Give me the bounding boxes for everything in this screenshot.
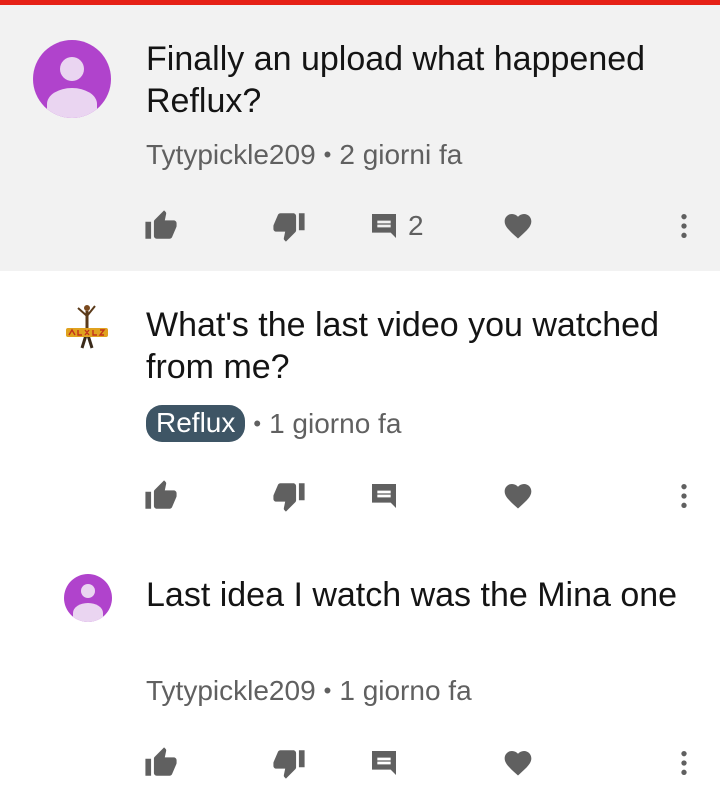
more-options-button[interactable] (668, 476, 700, 516)
like-icon (145, 480, 177, 509)
dislike-button[interactable] (272, 476, 306, 516)
dislike-icon (273, 213, 305, 242)
more-options-button[interactable] (668, 206, 700, 246)
meta-separator: • (323, 142, 332, 167)
reply-button[interactable] (368, 743, 400, 783)
heart-icon (504, 484, 532, 509)
meta-separator: • (323, 678, 332, 703)
comment-timestamp: 2 giorni fa (339, 139, 463, 170)
heart-button[interactable] (502, 206, 534, 246)
like-button[interactable] (144, 743, 178, 783)
comment-meta: Tytypickle209 • 1 giorno fa (146, 675, 472, 707)
default-user-avatar-icon[interactable] (64, 574, 112, 622)
like-button[interactable] (144, 476, 178, 516)
more-options-icon (681, 214, 687, 238)
comment-author[interactable]: Tytypickle209 (146, 675, 316, 707)
comment-meta: Reflux • 1 giorno fa (146, 405, 401, 442)
comment-text: Last idea I watch was the Mina one (146, 576, 678, 614)
comment-meta: Tytypickle209 • 2 giorni fa (146, 139, 462, 171)
reply-icon (372, 751, 396, 775)
reply-icon (372, 214, 396, 238)
like-icon (145, 210, 177, 239)
dislike-icon (273, 483, 305, 512)
reply-count: 2 (408, 210, 424, 241)
reflux-channel-logo-icon[interactable] (62, 302, 112, 352)
like-icon (145, 747, 177, 776)
comment-author[interactable]: Tytypickle209 (146, 139, 316, 171)
comment-timestamp: 1 giorno fa (339, 675, 472, 706)
heart-button[interactable] (502, 476, 534, 516)
like-button[interactable] (144, 206, 178, 246)
reply-icon (372, 484, 396, 508)
comment-text: Finally an upload what happened Reflux? (146, 40, 646, 120)
default-user-avatar-icon[interactable] (33, 40, 111, 118)
comment-text: What's the last video you watched from m… (146, 306, 659, 386)
comment-thread-item: Finally an upload what happened Reflux? … (0, 5, 720, 271)
more-options-button[interactable] (668, 743, 700, 783)
dislike-button[interactable] (272, 206, 306, 246)
comment-thread-item: What's the last video you watched from m… (0, 271, 720, 541)
comment-action-bar: 2 (0, 206, 720, 246)
more-options-icon (681, 751, 687, 775)
comment-thread-item: Last idea I watch was the Mina one Tytyp… (0, 541, 720, 804)
dislike-button[interactable] (272, 743, 306, 783)
meta-separator: • (253, 410, 262, 436)
more-options-icon (681, 484, 687, 508)
heart-icon (504, 751, 532, 776)
channel-owner-author-badge[interactable]: Reflux (146, 405, 246, 442)
comment-action-bar (0, 743, 720, 783)
reply-button[interactable]: 2 (368, 206, 424, 246)
heart-icon (504, 214, 532, 239)
heart-button[interactable] (502, 743, 534, 783)
dislike-icon (273, 750, 305, 779)
reply-button[interactable] (368, 476, 400, 516)
comment-action-bar (0, 476, 720, 516)
comment-timestamp: 1 giorno fa (269, 407, 402, 439)
